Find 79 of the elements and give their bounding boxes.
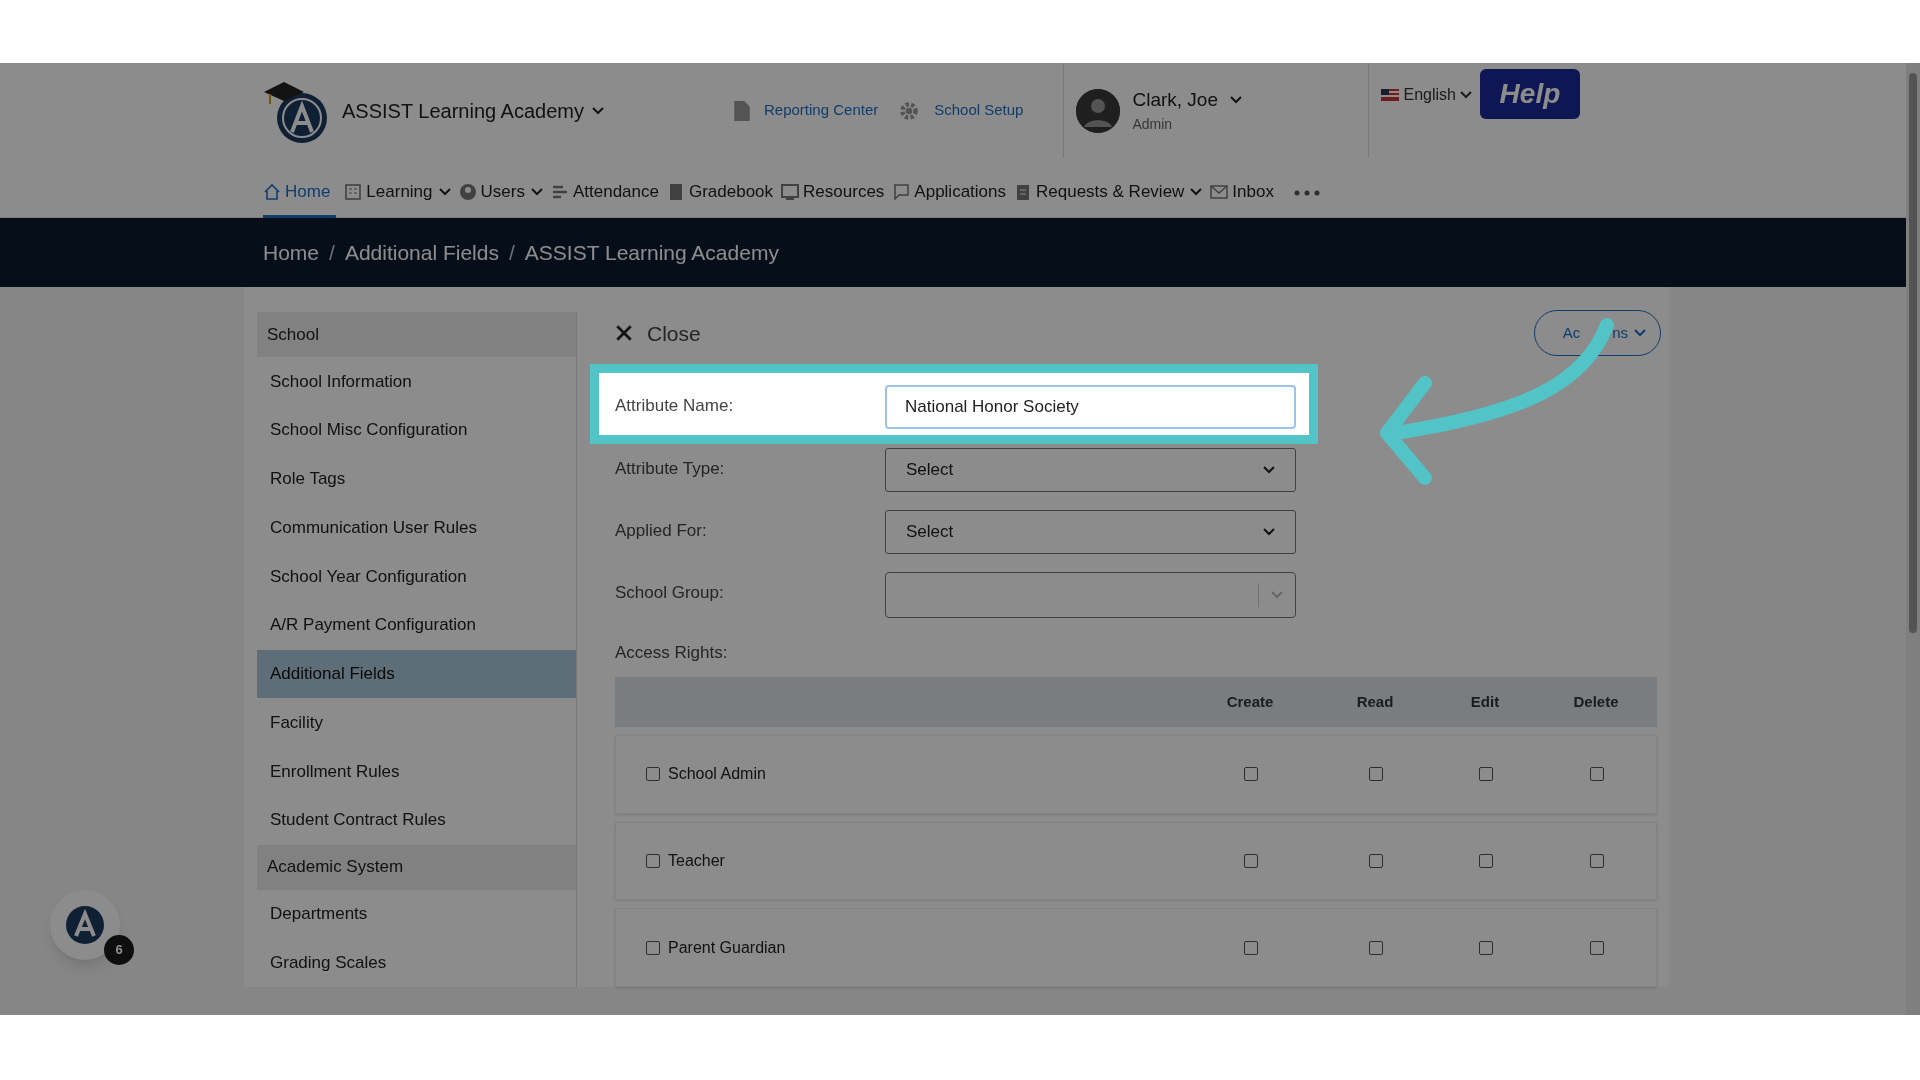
breadcrumb-separator: /: [508, 239, 515, 266]
caret-icon: [592, 106, 604, 115]
breadcrumb-link[interactable]: Home: [263, 236, 320, 269]
select-dropdown[interactable]: Select: [885, 447, 1296, 492]
scrollbar[interactable]: [1906, 63, 1920, 1015]
nav-tab[interactable]: Resources: [781, 168, 885, 218]
field-label: Attribute Name:: [615, 394, 735, 417]
grid-icon: [344, 182, 363, 201]
user-name[interactable]: Clark, Joe: [1132, 85, 1218, 115]
checkbox[interactable]: [1590, 767, 1604, 782]
nav-tab[interactable]: Applications: [892, 168, 1006, 218]
chat-icon: [892, 182, 911, 201]
caret-icon: [1263, 527, 1275, 536]
nav-tab[interactable]: Requests & Review: [1014, 168, 1203, 218]
nav-tab[interactable]: Inbox: [1210, 168, 1274, 218]
input-field[interactable]: National Honor Society: [885, 384, 1296, 429]
help-button[interactable]: Help: [1479, 69, 1580, 119]
user-role: Admin: [1132, 115, 1174, 135]
caret-icon: [1634, 329, 1646, 338]
checkbox[interactable]: [646, 940, 660, 955]
logo-icon: [65, 905, 105, 945]
home-icon: [263, 182, 281, 201]
school-selector[interactable]: ASSIST Learning Academy: [342, 95, 604, 126]
nav-tab[interactable]: Attendance: [550, 168, 659, 218]
checkbox[interactable]: [1244, 767, 1258, 782]
role-label: Teacher: [668, 851, 725, 872]
checkbox[interactable]: [1244, 940, 1258, 955]
checkbox[interactable]: [1479, 940, 1493, 955]
role-label: School Admin: [668, 764, 766, 785]
close-button[interactable]: Close: [615, 317, 701, 350]
role-label: Parent Guardian: [668, 937, 786, 958]
checkbox[interactable]: [1479, 854, 1493, 869]
user-icon: [458, 182, 477, 201]
language-selector[interactable]: English: [1381, 83, 1472, 107]
column-header: Delete: [1572, 691, 1620, 712]
notification-count: 6: [104, 935, 134, 965]
avatar-icon: [1076, 88, 1121, 133]
breadcrumb-link[interactable]: ASSIST Learning Academy: [524, 236, 779, 269]
field-label: School Group:: [615, 581, 725, 604]
checkbox[interactable]: [646, 854, 660, 869]
sidebar-section-header: Academic System: [257, 844, 576, 890]
clipboard-icon: [1014, 182, 1032, 201]
close-icon: [615, 324, 633, 343]
header-link[interactable]: School Setup: [934, 99, 1024, 122]
sidebar-item[interactable]: Additional Fields: [257, 649, 576, 699]
checkbox[interactable]: [1479, 767, 1493, 782]
sidebar-section-header: School: [257, 312, 576, 357]
checkbox[interactable]: [646, 767, 660, 782]
field-label: Attribute Type:: [615, 457, 726, 480]
checkbox[interactable]: [1369, 767, 1383, 782]
caret-icon: [1271, 590, 1283, 599]
school-name: ASSIST Learning Academy: [342, 98, 584, 124]
header-link[interactable]: Reporting Center: [764, 99, 879, 122]
flag-icon: [1381, 89, 1400, 101]
breadcrumb-separator: /: [329, 239, 335, 266]
nav-tab[interactable]: Users: [458, 168, 543, 218]
column-header: Read: [1355, 691, 1395, 712]
gear-icon: [898, 99, 921, 122]
checkbox[interactable]: [1369, 854, 1383, 869]
checkbox[interactable]: [1244, 854, 1258, 869]
column-header: Create: [1225, 691, 1275, 712]
caret-icon: [1230, 96, 1242, 104]
caret-icon: [1263, 465, 1275, 474]
breadcrumb-link[interactable]: Additional Fields: [344, 236, 499, 269]
section-label: Access Rights:: [615, 641, 729, 664]
nav-tab[interactable]: Learning: [344, 168, 451, 218]
select-dropdown[interactable]: Select: [885, 509, 1296, 554]
nav-tab[interactable]: Gradebook: [666, 168, 774, 218]
document-icon: [734, 100, 750, 121]
checkbox[interactable]: [1590, 854, 1604, 869]
column-header: Edit: [1469, 691, 1501, 712]
checkbox[interactable]: [1590, 940, 1604, 955]
field-label: Applied For:: [615, 519, 708, 542]
caret-icon: [1459, 91, 1472, 99]
scrollbar-thumb[interactable]: [1909, 73, 1917, 633]
checkbox[interactable]: [1369, 940, 1383, 955]
multiselect-dropdown[interactable]: [885, 571, 1296, 618]
monitor-icon: [781, 182, 800, 201]
mail-icon: [1210, 182, 1229, 201]
